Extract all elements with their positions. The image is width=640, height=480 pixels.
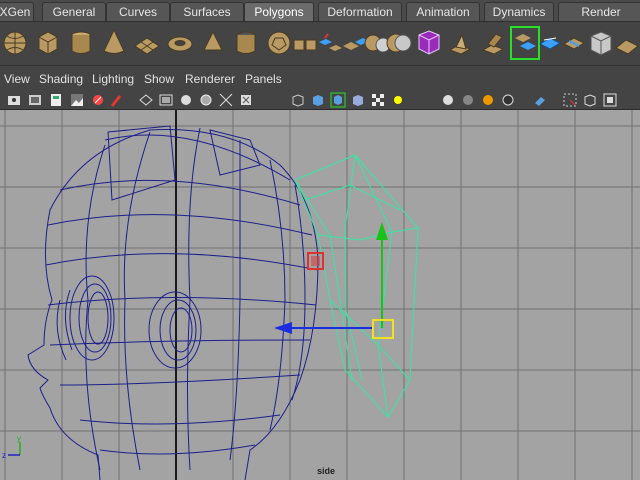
head-wireframe-mesh[interactable]	[27, 125, 319, 480]
pipe-icon[interactable]	[231, 26, 261, 60]
viewport-grid	[0, 110, 640, 480]
safe-action-icon[interactable]	[238, 92, 254, 108]
panel-menu-lighting[interactable]: Lighting	[92, 66, 134, 92]
view-axis-z-letter: z	[2, 451, 6, 460]
image-plane-icon[interactable]	[69, 92, 85, 108]
depth-of-field-icon[interactable]	[500, 92, 516, 108]
sphere-icon[interactable]	[0, 26, 30, 60]
tab-dynamics[interactable]: Dynamics	[484, 2, 554, 21]
wireframe-icon[interactable]	[290, 92, 306, 108]
cone-icon[interactable]	[99, 26, 129, 60]
view-axis-y-letter: y	[17, 434, 21, 443]
textured-icon[interactable]	[350, 92, 366, 108]
panel-menu-shading[interactable]: Shading	[39, 66, 83, 92]
xray-icon[interactable]	[562, 92, 578, 108]
screen-space-ao-icon[interactable]	[440, 92, 456, 108]
tab-xgen[interactable]: XGen	[0, 2, 34, 21]
film-gate-icon[interactable]	[158, 92, 174, 108]
motion-blur-icon[interactable]	[460, 92, 476, 108]
select-camera-icon[interactable]	[6, 92, 22, 108]
panel-menu-view[interactable]: View	[4, 66, 30, 92]
panel-toolbar	[0, 90, 640, 110]
use-all-lights-icon[interactable]	[370, 92, 386, 108]
tab-polygons[interactable]: Polygons	[244, 2, 314, 21]
tab-render[interactable]: Render	[558, 2, 640, 21]
mirror-icon[interactable]	[414, 26, 444, 60]
xray-active-icon[interactable]	[602, 92, 618, 108]
boolean-icon[interactable]	[384, 26, 414, 60]
extrude-icon[interactable]	[447, 26, 477, 60]
side-viewport[interactable]: y z	[0, 110, 640, 480]
bridge-icon[interactable]	[480, 26, 510, 60]
cylinder-icon[interactable]	[66, 26, 96, 60]
isolate-select-icon[interactable]	[532, 92, 548, 108]
smooth-shade-icon[interactable]	[310, 92, 326, 108]
bookmark-icon[interactable]	[48, 92, 64, 108]
tab-deformation[interactable]: Deformation	[318, 2, 402, 21]
tab-curves[interactable]: Curves	[106, 2, 170, 21]
panel-menu-renderer[interactable]: Renderer	[185, 66, 235, 92]
panel-menu-panels[interactable]: Panels	[245, 66, 282, 92]
polygons-shelf	[0, 22, 640, 66]
move-y-arrow[interactable]	[376, 222, 388, 240]
gate-mask-icon[interactable]	[198, 92, 214, 108]
viewport-scene: y z	[0, 110, 640, 480]
grid-icon[interactable]	[138, 92, 154, 108]
selected-hair-mesh[interactable]	[294, 154, 419, 418]
panel-menu-bar: View Shading Lighting Show Renderer Panels	[0, 66, 640, 92]
field-chart-icon[interactable]	[218, 92, 234, 108]
multisample-aa-icon[interactable]	[480, 92, 496, 108]
shadows-icon[interactable]	[390, 92, 406, 108]
red-pivot-fill	[311, 256, 320, 266]
torus-icon[interactable]	[165, 26, 195, 60]
shelf-tab-bar: XGen General Curves Surfaces Polygons Deforma…	[0, 0, 640, 22]
bevel-icon[interactable]	[612, 26, 640, 60]
tab-surfaces[interactable]: Surfaces	[170, 2, 244, 21]
plane-icon[interactable]	[132, 26, 162, 60]
resolution-gate-icon[interactable]	[178, 92, 194, 108]
tab-animation[interactable]: Animation	[406, 2, 480, 21]
xray-joints-icon[interactable]	[582, 92, 598, 108]
wireframe-on-shaded-icon[interactable]	[330, 92, 346, 108]
tab-general[interactable]: General	[42, 2, 106, 21]
camera-attributes-icon[interactable]	[27, 92, 43, 108]
camera-view-label: side	[316, 466, 335, 476]
panel-menu-show[interactable]: Show	[144, 66, 174, 92]
2d-pan-zoom-icon[interactable]	[90, 92, 106, 108]
grease-pencil-icon[interactable]	[108, 92, 124, 108]
cube-icon[interactable]	[33, 26, 63, 60]
prism-icon[interactable]	[198, 26, 228, 60]
